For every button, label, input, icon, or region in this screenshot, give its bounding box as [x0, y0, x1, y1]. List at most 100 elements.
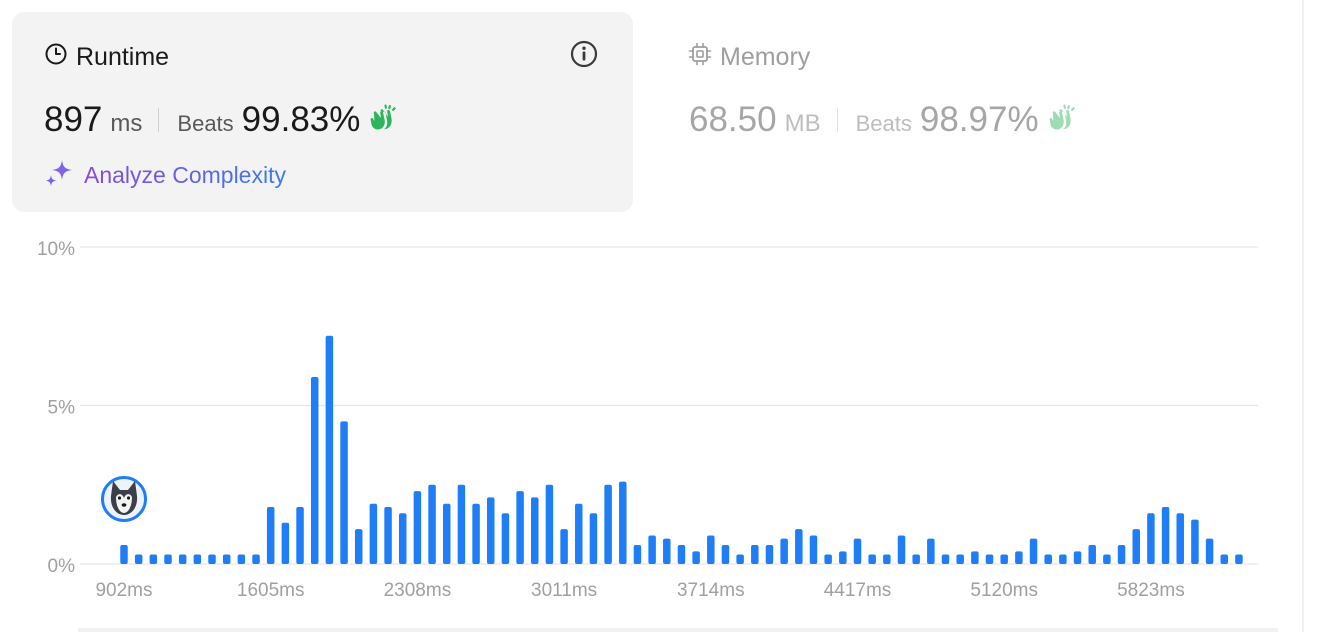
histogram-bar[interactable]	[134, 554, 143, 564]
histogram-bar[interactable]	[501, 513, 510, 564]
histogram-bar[interactable]	[384, 506, 392, 564]
histogram-bar[interactable]	[252, 554, 260, 564]
histogram-bar[interactable]	[765, 544, 774, 564]
histogram-bar[interactable]	[1191, 519, 1199, 564]
histogram-bar[interactable]	[633, 544, 642, 564]
histogram-bar[interactable]	[1117, 544, 1126, 564]
histogram-bar[interactable]	[839, 551, 847, 564]
user-avatar-icon[interactable]	[101, 476, 147, 522]
histogram-bar[interactable]	[120, 544, 128, 564]
histogram-bar[interactable]	[354, 529, 363, 564]
histogram-bar[interactable]	[1161, 506, 1170, 564]
histogram-bar[interactable]	[1088, 544, 1096, 564]
histogram-bar[interactable]	[413, 491, 422, 564]
histogram-bar[interactable]	[237, 554, 246, 564]
histogram-bar[interactable]	[663, 538, 671, 564]
histogram-bar[interactable]	[545, 484, 554, 564]
memory-beats-label: Beats	[855, 111, 912, 136]
histogram-bar[interactable]	[824, 554, 832, 564]
histogram-bar[interactable]	[428, 484, 436, 564]
histogram-bar[interactable]	[897, 535, 906, 564]
histogram-bar[interactable]	[956, 554, 964, 564]
chart-bottom-edge	[78, 628, 1278, 632]
histogram-bar[interactable]	[325, 335, 334, 564]
histogram-bar[interactable]	[1015, 551, 1023, 564]
histogram-bar[interactable]	[707, 535, 715, 564]
histogram-bar[interactable]	[516, 491, 524, 564]
histogram-bar[interactable]	[1000, 554, 1008, 564]
histogram-bar[interactable]	[648, 535, 656, 564]
histogram-bar[interactable]	[281, 522, 290, 564]
sparkle-icon	[44, 158, 74, 193]
histogram-bar[interactable]	[164, 554, 172, 564]
histogram-bar[interactable]	[487, 497, 495, 564]
histogram-bar[interactable]	[340, 421, 348, 564]
chart-bars[interactable]	[120, 335, 1243, 564]
histogram-bar[interactable]	[1176, 513, 1184, 564]
histogram-bar[interactable]	[1147, 513, 1155, 564]
histogram-bar[interactable]	[560, 529, 568, 564]
histogram-bar[interactable]	[222, 554, 231, 564]
histogram-bar[interactable]	[589, 513, 598, 564]
histogram-bar[interactable]	[442, 503, 451, 564]
histogram-bar[interactable]	[780, 538, 788, 564]
memory-unit: MB	[784, 110, 821, 137]
y-tick-label: 5%	[48, 398, 76, 419]
histogram-bar[interactable]	[575, 503, 583, 564]
histogram-bar[interactable]	[472, 503, 480, 564]
histogram-bar[interactable]	[310, 376, 319, 564]
x-tick-label: 3714ms	[677, 580, 745, 601]
memory-title-label: Memory	[720, 43, 811, 71]
histogram-bar[interactable]	[1059, 554, 1067, 564]
histogram-bar[interactable]	[692, 551, 700, 564]
histogram-bar[interactable]	[853, 538, 862, 564]
histogram-bar[interactable]	[751, 544, 759, 564]
chart-grid	[80, 246, 1258, 565]
histogram-bar[interactable]	[193, 554, 202, 564]
histogram-bar[interactable]	[604, 484, 612, 564]
histogram-bar[interactable]	[809, 535, 818, 564]
runtime-value: 897	[44, 100, 103, 139]
histogram-bar[interactable]	[457, 484, 466, 564]
histogram-bar[interactable]	[912, 554, 920, 564]
x-tick-label: 2308ms	[384, 580, 452, 601]
histogram-bar[interactable]	[971, 551, 979, 564]
histogram-bar[interactable]	[941, 554, 950, 564]
histogram-bar[interactable]	[1103, 554, 1111, 564]
analyze-complexity-button[interactable]: Analyze Complexity	[44, 158, 286, 193]
histogram-bar[interactable]	[883, 554, 891, 564]
histogram-bar[interactable]	[531, 497, 539, 564]
clap-icon	[368, 103, 398, 137]
histogram-bar[interactable]	[398, 513, 407, 564]
histogram-bar[interactable]	[677, 544, 686, 564]
histogram-bar[interactable]	[868, 554, 876, 564]
histogram-bar[interactable]	[721, 544, 730, 564]
x-tick-label: 5823ms	[1117, 580, 1185, 601]
histogram-bar[interactable]	[296, 506, 304, 564]
histogram-bar[interactable]	[619, 481, 627, 564]
histogram-bar[interactable]	[369, 503, 378, 564]
runtime-card[interactable]: Runtime 897 ms Beats 99.83% Analyze Comp…	[12, 12, 633, 212]
analyze-complexity-label: Analyze Complexity	[84, 162, 286, 188]
histogram-bar[interactable]	[1073, 551, 1082, 564]
memory-card[interactable]: Memory 68.50 MB Beats 98.97%	[676, 12, 1276, 212]
histogram-bar[interactable]	[985, 554, 994, 564]
histogram-bar[interactable]	[266, 506, 275, 564]
histogram-bar[interactable]	[1235, 554, 1243, 564]
x-tick-label: 4417ms	[824, 580, 892, 601]
histogram-bar[interactable]	[178, 554, 187, 564]
histogram-bar[interactable]	[1044, 554, 1052, 564]
y-tick-label: 0%	[48, 556, 76, 577]
histogram-bar[interactable]	[736, 554, 744, 564]
histogram-bar[interactable]	[1132, 529, 1140, 564]
histogram-bar[interactable]	[149, 554, 158, 564]
chart-marker[interactable]	[101, 476, 147, 522]
histogram-bar[interactable]	[1205, 538, 1214, 564]
histogram-bar[interactable]	[208, 554, 216, 564]
histogram-bar[interactable]	[927, 538, 935, 564]
histogram-bar[interactable]	[1220, 554, 1229, 564]
histogram-bar[interactable]	[1029, 538, 1038, 564]
runtime-distribution-chart[interactable]: 0% 5% 10% 902ms 1605ms 2308ms 3011ms 3714ms 441…	[0, 230, 1300, 622]
histogram-bar[interactable]	[795, 529, 803, 564]
info-icon[interactable]	[569, 39, 599, 69]
